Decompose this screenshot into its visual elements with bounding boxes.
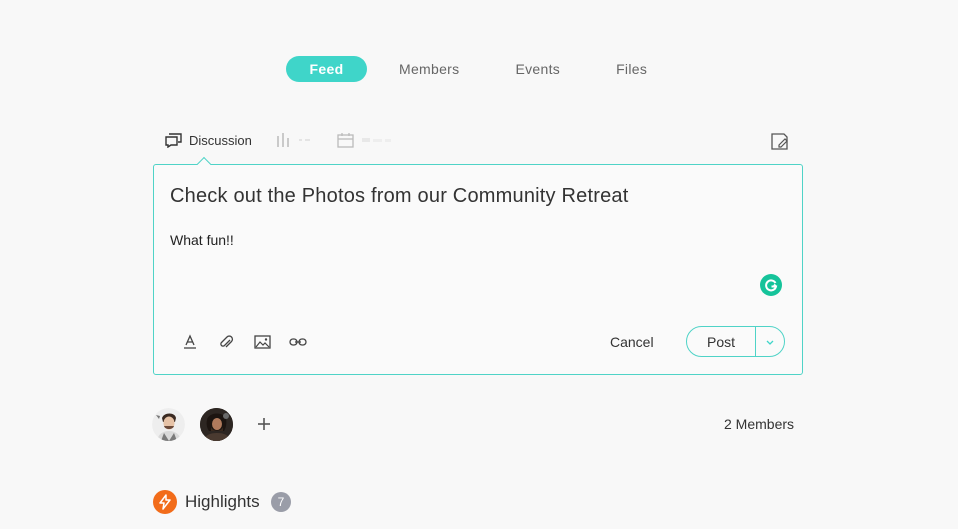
post-button-group: Post: [686, 326, 785, 357]
group-tabs: Feed Members Events Files: [286, 56, 647, 82]
post-options-dropdown[interactable]: [756, 327, 784, 356]
member-count[interactable]: 2 Members: [724, 416, 794, 432]
poll-icon: [276, 132, 293, 148]
post-type-event[interactable]: [337, 132, 394, 148]
tab-files[interactable]: Files: [616, 56, 647, 82]
chevron-down-icon: [765, 333, 775, 351]
add-member-icon[interactable]: [256, 416, 272, 437]
grammarly-icon[interactable]: [760, 274, 782, 296]
image-icon[interactable]: [252, 333, 272, 351]
calendar-icon: [337, 132, 354, 148]
post-composer: Check out the Photos from our Community …: [153, 164, 803, 375]
cancel-button[interactable]: Cancel: [610, 334, 654, 350]
post-type-selector: Discussion: [165, 130, 394, 150]
lightning-icon: [153, 490, 177, 514]
post-type-poll[interactable]: [276, 132, 313, 148]
highlights-heading[interactable]: Highlights: [185, 492, 260, 512]
text-format-icon[interactable]: [180, 333, 200, 351]
tab-events[interactable]: Events: [515, 56, 560, 82]
link-icon[interactable]: [288, 333, 308, 351]
member-avatar[interactable]: [200, 408, 233, 441]
discussion-icon: [165, 132, 182, 148]
formatting-toolbar: [180, 333, 324, 351]
tab-members[interactable]: Members: [399, 56, 459, 82]
post-type-discussion-label: Discussion: [189, 132, 252, 148]
attachment-icon[interactable]: [216, 333, 236, 351]
highlights-count-badge: 7: [271, 492, 291, 512]
post-button[interactable]: Post: [687, 327, 756, 356]
tab-feed[interactable]: Feed: [286, 56, 367, 82]
post-title-field[interactable]: Check out the Photos from our Community …: [170, 185, 628, 208]
post-body-field[interactable]: What fun!!: [170, 232, 234, 248]
post-type-discussion[interactable]: Discussion: [165, 133, 252, 148]
member-avatar[interactable]: [152, 408, 185, 441]
edit-note-icon[interactable]: [770, 133, 790, 156]
